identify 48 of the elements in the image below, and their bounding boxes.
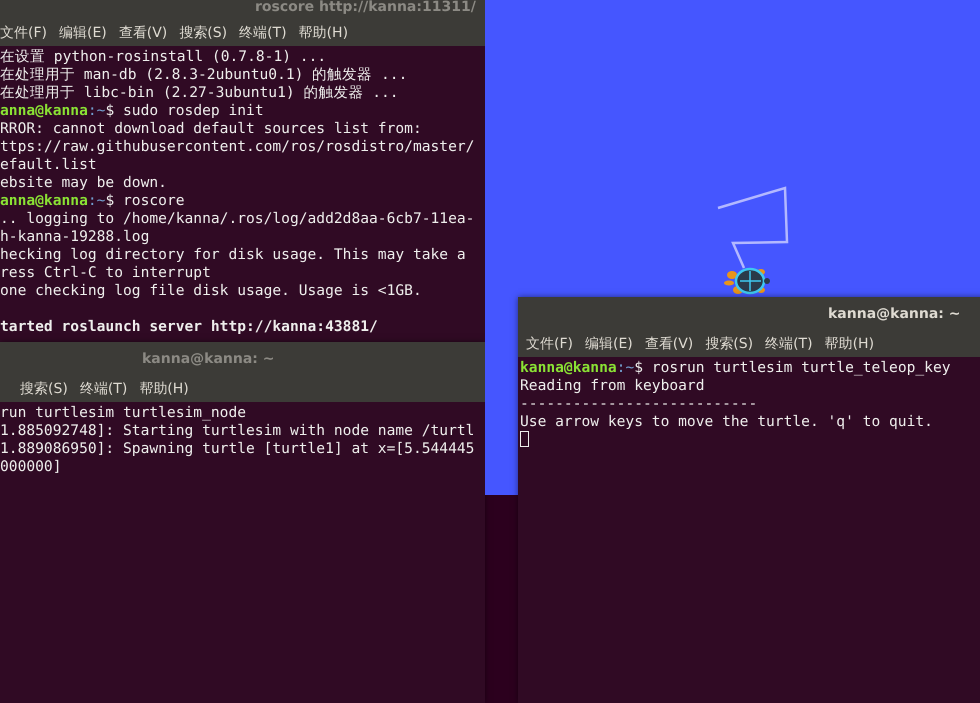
menu-item[interactable]: 编辑(E) [58,24,107,42]
terminal-line: ttps://raw.githubusercontent.com/ros/rosdistro/master/ [0,138,474,156]
menu-item[interactable]: 终端(T) [765,335,813,353]
terminal-line: 在处理用于 man-db (2.8.3-2ubuntu0.1) 的触发器 ... [0,66,408,84]
terminal-line: 在处理用于 libc-bin (2.27-3ubuntu1) 的触发器 ... [0,84,399,102]
terminal-line: .. logging to /home/kanna/.ros/log/add2d8aa-6cb7-11ea- [0,210,474,228]
menu-item[interactable]: 搜索(S) [20,380,68,398]
window-title: roscore http://kanna:11311/ [255,0,476,15]
terminal-line: one checking log file disk usage. Usage is <1GB. [0,282,422,300]
terminal-line: 000000] [0,458,62,476]
menu-item[interactable]: 文件(F) [526,335,573,353]
menu-item[interactable]: 搜索(S) [179,24,228,42]
menu-item[interactable]: 查看(V) [118,24,168,42]
terminal-line: Reading from keyboard [520,377,705,395]
turtle-drawing [724,268,770,294]
terminal-command: $ roscore [105,192,185,210]
prompt-user: anna@kanna [0,192,88,210]
menu-item[interactable]: 帮助(H) [824,335,874,353]
prompt-path: :~ [88,192,106,210]
terminal-line: --------------------------- [520,395,758,413]
menu-item[interactable]: 编辑(E) [584,335,633,353]
terminal-line: ress Ctrl-C to interrupt [0,264,211,282]
terminal-command: $ rosrun turtlesim turtle_teleop_key [634,359,951,377]
terminal-line: run turtlesim turtlesim_node [0,404,246,422]
terminal-line: Use arrow keys to move the turtle. 'q' to quit. [520,413,933,431]
menu-item[interactable]: 帮助(H) [298,24,348,42]
terminal-command: $ sudo rosdep init [105,102,264,120]
terminal-line: RROR: cannot download default sources list from: [0,120,422,138]
prompt-user: kanna@kanna [520,359,617,377]
menu-item[interactable]: 搜索(S) [705,335,754,353]
menu-item[interactable]: 帮助(H) [139,380,189,398]
menu-item[interactable]: 终端(T) [80,380,128,398]
terminal-line: ebsite may be down. [0,174,167,192]
terminal-line: 在设置 python-rosinstall (0.7.8-1) ... [0,48,326,66]
terminal-line: hecking log directory for disk usage. This may take a [0,246,466,264]
prompt-path: :~ [88,102,106,120]
terminal-line: tarted roslaunch server http://kanna:43881/ [0,318,378,336]
terminal-line: h-kanna-19288.log [0,228,150,246]
menu-item[interactable]: 终端(T) [239,24,287,42]
menu-item[interactable]: 文件(F) [0,24,47,42]
window-title: kanna@kanna: ~ [828,306,960,322]
terminal-line: efault.list [0,156,97,174]
terminal-line: 1.889086950]: Spawning turtle [turtle1] at x=[5.544445 [0,440,474,458]
window-title: kanna@kanna: ~ [142,351,274,367]
terminal-line: 1.885092748]: Starting turtlesim with node name /turtl [0,422,474,440]
menu-item[interactable]: 查看(V) [644,335,694,353]
prompt-path: :~ [616,359,634,377]
prompt-user: anna@kanna [0,102,88,120]
